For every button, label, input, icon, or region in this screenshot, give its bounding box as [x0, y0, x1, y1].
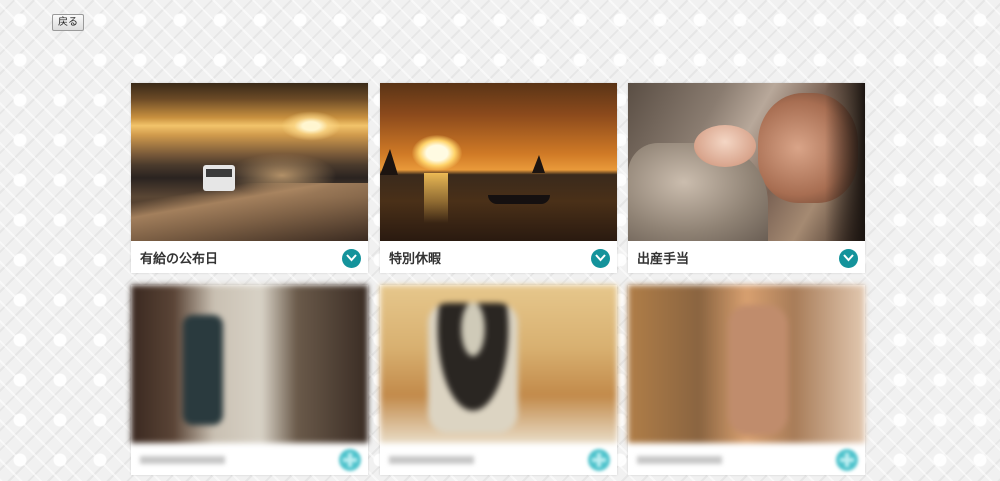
card-blurred-3[interactable]: [628, 285, 865, 475]
card-title: [140, 456, 225, 464]
card-title: 特別休暇: [389, 252, 442, 267]
card-title: [389, 456, 474, 464]
card-photo: [380, 83, 617, 241]
card-special-leave[interactable]: 特別休暇: [380, 83, 617, 273]
card-paid-leave-date[interactable]: 有給の公布日: [131, 83, 368, 273]
chevron-down-icon[interactable]: [839, 249, 858, 268]
back-button[interactable]: 戻る: [52, 14, 84, 31]
card-maternity-allowance[interactable]: 出産手当: [628, 83, 865, 273]
chevron-down-icon[interactable]: [342, 249, 361, 268]
chevron-down-icon[interactable]: [591, 249, 610, 268]
plus-icon[interactable]: [836, 449, 858, 471]
card-blurred-1[interactable]: [131, 285, 368, 475]
card-photo: [628, 83, 865, 241]
card-photo: [380, 285, 617, 443]
card-blurred-2[interactable]: [380, 285, 617, 475]
card-photo: [628, 285, 865, 443]
plus-icon[interactable]: [588, 449, 610, 471]
card-photo: [131, 285, 368, 443]
card-title: 有給の公布日: [140, 252, 219, 267]
card-title: 出産手当: [637, 252, 690, 267]
plus-icon[interactable]: [339, 449, 361, 471]
card-photo: [131, 83, 368, 241]
card-title: [637, 456, 722, 464]
